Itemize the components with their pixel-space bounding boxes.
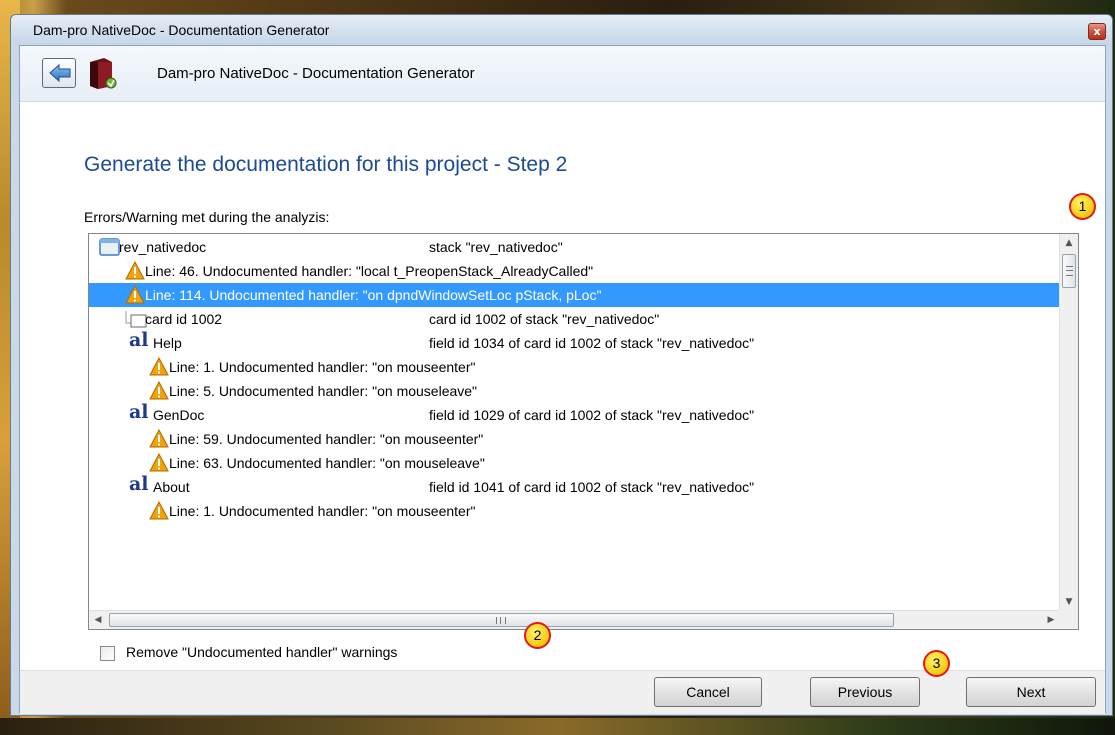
warning-triangle-icon	[149, 428, 169, 449]
tree-card-row[interactable]: card id 1002 card id 1002 of stack "rev_n…	[89, 307, 1060, 331]
errors-tree[interactable]: rev_nativedoc stack "rev_nativedoc" Line: …	[89, 234, 1060, 611]
tree-warning-row[interactable]: Line: 114. Undocumented handler: "on dpn…	[89, 283, 1060, 307]
tree-field-row[interactable]: al GenDoc field id 1029 of card id 1002 of…	[89, 403, 1060, 427]
horizontal-scrollbar[interactable]: ◀ ▶	[89, 610, 1060, 629]
text-field-icon: al	[129, 401, 149, 423]
tree-warning-row[interactable]: Line: 46. Undocumented handler: "local t…	[89, 259, 1060, 283]
text-field-icon: al	[129, 329, 149, 351]
annotation-marker-2: 2	[524, 622, 551, 649]
wizard-footer: Cancel Previous Next	[20, 670, 1105, 714]
cancel-button[interactable]: Cancel	[654, 677, 762, 707]
scroll-down-arrow-icon[interactable]: ▼	[1060, 593, 1078, 611]
annotation-marker-1: 1	[1069, 193, 1096, 220]
app-book-icon	[90, 58, 117, 89]
warning-triangle-icon	[149, 356, 169, 377]
header-title: Dam-pro NativeDoc - Documentation Genera…	[157, 65, 475, 82]
tree-warning-row[interactable]: Line: 1. Undocumented handler: "on mouse…	[89, 355, 1060, 379]
scroll-left-arrow-icon[interactable]: ◀	[89, 611, 107, 629]
desktop-background-bottom	[0, 718, 1115, 735]
tree-item-name: About	[153, 479, 190, 495]
tree-item-name: GenDoc	[153, 407, 205, 423]
tree-field-row[interactable]: al About field id 1041 of card id 1002 of …	[89, 475, 1060, 499]
tree-item-name: Help	[153, 335, 182, 351]
warning-triangle-icon	[125, 260, 145, 281]
tree-stack-row[interactable]: rev_nativedoc stack "rev_nativedoc"	[89, 235, 1060, 259]
tree-item-name: Line: 5. Undocumented handler: "on mouse…	[169, 383, 478, 399]
tree-warning-row[interactable]: Line: 5. Undocumented handler: "on mouse…	[89, 379, 1060, 403]
tree-warning-row[interactable]: Line: 63. Undocumented handler: "on mous…	[89, 451, 1060, 475]
main-window: Dam-pro NativeDoc - Documentation Genera…	[10, 14, 1113, 716]
warning-triangle-icon	[149, 452, 169, 473]
close-button[interactable]: x	[1088, 23, 1106, 40]
page-title: Generate the documentation for this proj…	[84, 153, 568, 176]
annotation-marker-3: 3	[923, 650, 950, 677]
next-button[interactable]: Next	[966, 677, 1096, 707]
tree-item-description: field id 1029 of card id 1002 of stack "…	[429, 407, 755, 423]
tree-item-name: Line: 1. Undocumented handler: "on mouse…	[169, 359, 476, 375]
window-titlebar[interactable]: Dam-pro NativeDoc - Documentation Genera…	[11, 15, 1112, 45]
tree-warning-row[interactable]: Line: 59. Undocumented handler: "on mous…	[89, 427, 1060, 451]
scroll-grip-icon	[1066, 266, 1073, 276]
remove-warnings-label[interactable]: Remove "Undocumented handler" warnings	[126, 644, 397, 660]
tree-item-name: Line: 63. Undocumented handler: "on mous…	[169, 455, 485, 471]
tree-item-name: Line: 59. Undocumented handler: "on mous…	[169, 431, 484, 447]
window-title: Dam-pro NativeDoc - Documentation Genera…	[33, 22, 330, 38]
tree-item-name: card id 1002	[145, 311, 223, 327]
tree-item-description: field id 1041 of card id 1002 of stack "…	[429, 479, 755, 495]
tree-warning-row[interactable]: Line: 1. Undocumented handler: "on mouse…	[89, 499, 1060, 523]
tree-item-name: rev_nativedoc	[119, 239, 207, 255]
vertical-scrollbar[interactable]: ▲ ▼	[1059, 234, 1078, 611]
stack-window-icon	[99, 237, 120, 257]
tree-item-name: Line: 114. Undocumented handler: "on dpn…	[145, 287, 602, 303]
warning-triangle-icon	[149, 500, 169, 521]
tree-item-description: field id 1034 of card id 1002 of stack "…	[429, 335, 755, 351]
warning-triangle-icon	[125, 284, 145, 305]
scroll-grip-icon	[496, 617, 506, 624]
tree-item-description: stack "rev_nativedoc"	[429, 239, 563, 255]
scrollbar-corner	[1059, 610, 1078, 629]
errors-list-label: Errors/Warning met during the analyzis:	[84, 209, 330, 225]
back-button[interactable]	[42, 58, 76, 88]
wizard-content: Dam-pro NativeDoc - Documentation Genera…	[19, 45, 1106, 714]
previous-button[interactable]: Previous	[810, 677, 920, 707]
tree-field-row[interactable]: al Help field id 1034 of card id 1002 of s…	[89, 331, 1060, 355]
warning-triangle-icon	[149, 380, 169, 401]
vertical-scroll-thumb[interactable]	[1062, 254, 1076, 288]
errors-tree-box: rev_nativedoc stack "rev_nativedoc" Line: …	[88, 233, 1079, 630]
scroll-up-arrow-icon[interactable]: ▲	[1060, 234, 1078, 252]
back-arrow-icon	[49, 64, 71, 82]
text-field-icon: al	[129, 473, 149, 495]
tree-item-name: Line: 1. Undocumented handler: "on mouse…	[169, 503, 476, 519]
remove-warnings-checkbox[interactable]	[100, 646, 115, 661]
horizontal-scroll-thumb[interactable]	[109, 613, 894, 627]
scroll-right-arrow-icon[interactable]: ▶	[1042, 611, 1060, 629]
tree-item-name: Line: 46. Undocumented handler: "local t…	[145, 263, 594, 279]
tree-item-description: card id 1002 of stack "rev_nativedoc"	[429, 311, 660, 327]
wizard-header: Dam-pro NativeDoc - Documentation Genera…	[20, 46, 1105, 102]
card-icon	[125, 309, 147, 329]
